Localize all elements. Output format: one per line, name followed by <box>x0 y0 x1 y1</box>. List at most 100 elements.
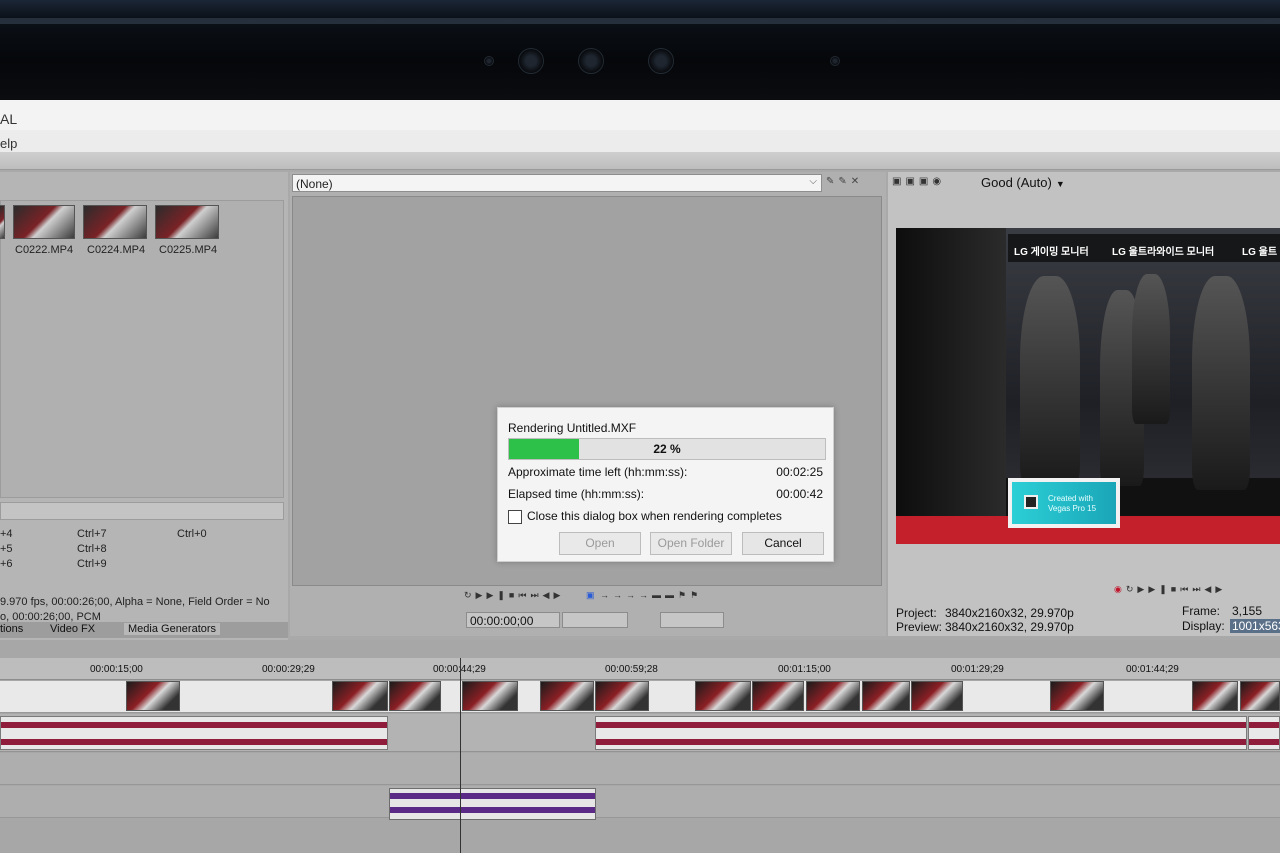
open-button[interactable]: Open <box>559 532 641 555</box>
video-clip[interactable] <box>332 681 388 711</box>
video-clip[interactable] <box>911 681 963 711</box>
empty-track <box>0 753 1280 785</box>
time-left-value: 00:02:25 <box>776 465 823 479</box>
ruler-timecode: 00:00:59;28 <box>605 664 658 675</box>
media-thumbnail[interactable] <box>0 205 5 239</box>
elapsed-label: Elapsed time (hh:mm:ss): <box>508 487 645 501</box>
close-when-complete-checkbox[interactable] <box>508 510 522 524</box>
video-clip[interactable] <box>1240 681 1280 711</box>
audio-clip[interactable] <box>1248 716 1280 750</box>
shortcut-text: Ctrl+8 <box>77 543 107 555</box>
preview-toolbar-icons[interactable]: ▣▣▣◉ <box>892 176 945 187</box>
trimmer-in-point-field[interactable] <box>562 612 628 628</box>
music-track <box>0 786 1280 818</box>
timeline-ruler[interactable]: 00:00:15;00 00:00:29;29 00:00:44;29 00:0… <box>0 658 1280 680</box>
preview-transport-controls[interactable]: ◉↻▶▶❚■⏮⏭◀▶ <box>1114 584 1226 595</box>
sign-text: LG 울트라와이드 모니터 <box>1112 247 1215 258</box>
open-folder-button[interactable]: Open Folder <box>650 532 732 555</box>
monitor-bezel <box>0 0 1280 100</box>
video-clip[interactable] <box>462 681 518 711</box>
render-progress-dialog: Rendering Untitled.MXF 22 % Approximate … <box>497 407 834 562</box>
render-progress-bar: 22 % <box>508 438 826 460</box>
render-progress-label: 22 % <box>653 442 681 456</box>
trimmer-transport-controls[interactable]: ↻▶▶❚■⏮⏭◀▶ <box>464 590 564 601</box>
video-clip[interactable] <box>126 681 180 711</box>
audio-clip[interactable] <box>0 716 388 750</box>
loop-icon[interactable]: ▣ <box>586 590 599 601</box>
media-thumbnail[interactable] <box>13 205 75 239</box>
preview-value: 3840x2160x32, 29.970p <box>945 620 1074 634</box>
trimmer-panel: (None) ⌵ ✎✎✕ ↻▶▶❚■⏮⏭◀▶ ▣ →→→→▬▬⚑⚑ 00:00:… <box>290 172 886 636</box>
cosplayer-figure <box>1192 276 1250 490</box>
music-audio-clip[interactable] <box>389 788 596 820</box>
tab-video-fx[interactable]: Video FX <box>50 623 95 635</box>
close-when-complete-label[interactable]: Close this dialog box when rendering com… <box>527 509 782 523</box>
video-clip[interactable] <box>389 681 441 711</box>
trimmer-edit-controls[interactable]: →→→→▬▬⚑⚑ <box>600 590 702 601</box>
preview-label: Preview: <box>896 620 943 634</box>
toolbar <box>0 152 1280 170</box>
audio-track <box>0 714 1280 752</box>
tab-transitions[interactable]: tions <box>0 623 23 635</box>
window-title: AL <box>0 111 18 127</box>
video-clip[interactable] <box>1192 681 1238 711</box>
timeline-playhead[interactable] <box>460 658 461 853</box>
application-window: AL elp C0222.MP4 C0224.MP4 C0225.MP4 +4 … <box>0 100 1280 853</box>
ruler-timecode: 00:01:44;29 <box>1126 664 1179 675</box>
elapsed-value: 00:00:42 <box>776 487 823 501</box>
shortcut-text: +4 <box>0 528 13 540</box>
media-thumbnail[interactable] <box>83 205 147 239</box>
timeline: 00:00:15;00 00:00:29;29 00:00:44;29 00:0… <box>0 640 1280 853</box>
trimmer-toolbar-icons[interactable]: ✎✎✕ <box>826 176 863 187</box>
video-clip[interactable] <box>1050 681 1104 711</box>
shortcut-text: +6 <box>0 558 13 570</box>
project-label: Project: <box>896 606 937 620</box>
shortcut-text: +5 <box>0 543 13 555</box>
trimmer-select-value: (None) <box>296 177 333 191</box>
watermark-text: Vegas Pro 15 <box>1048 504 1097 513</box>
dialog-title: Rendering Untitled.MXF <box>508 421 637 435</box>
video-clip[interactable] <box>595 681 649 711</box>
cancel-button[interactable]: Cancel <box>742 532 824 555</box>
camera-lens-icon <box>648 48 674 74</box>
cosplayer-figure <box>1020 276 1080 486</box>
chevron-down-icon: ▼ <box>1055 179 1065 189</box>
record-icon[interactable]: ◉ <box>1114 584 1126 594</box>
ruler-timecode: 00:00:29;29 <box>262 664 315 675</box>
video-clip[interactable] <box>806 681 860 711</box>
media-search-field[interactable] <box>0 502 284 520</box>
title-bar: AL <box>0 100 1280 130</box>
cosplayer-figure <box>1132 274 1170 424</box>
sign-text: LG 울트 <box>1242 247 1278 258</box>
frame-value: 3,155 <box>1232 604 1263 618</box>
sensor-icon <box>484 56 494 66</box>
video-clip[interactable] <box>540 681 594 711</box>
audio-clip[interactable] <box>595 716 1247 750</box>
window-docking-tabs: tions Video FX Media Generators <box>0 622 288 638</box>
shortcut-text: Ctrl+9 <box>77 558 107 570</box>
vegas-watermark: Created with Vegas Pro 15 <box>1008 478 1120 528</box>
tab-media-generators[interactable]: Media Generators <box>124 623 221 635</box>
menu-item-help[interactable]: elp <box>0 136 17 151</box>
preview-video-frame: LG 게이밍 모니터 LG 울트라와이드 모니터 LG 울트 Created w… <box>896 228 1280 544</box>
video-clip[interactable] <box>862 681 910 711</box>
time-left-label: Approximate time left (hh:mm:ss): <box>508 465 688 479</box>
display-value: 1001x563 <box>1230 619 1280 633</box>
shortcut-text: Ctrl+7 <box>77 528 107 540</box>
booth-sign: LG 게이밍 모니터 LG 울트라와이드 모니터 LG 울트 <box>1008 234 1280 262</box>
trimmer-media-select[interactable]: (None) ⌵ <box>292 174 822 192</box>
preview-quality-value: Good (Auto) <box>981 175 1052 190</box>
booth-side-wall <box>896 228 1006 516</box>
trimmer-timecode[interactable]: 00:00:00;00 <box>466 612 560 628</box>
trimmer-length-field[interactable] <box>660 612 724 628</box>
project-value: 3840x2160x32, 29.970p <box>945 606 1074 620</box>
media-filename: C0224.MP4 <box>87 244 146 256</box>
shortcut-text: Ctrl+0 <box>177 528 207 540</box>
video-clip[interactable] <box>752 681 804 711</box>
media-filename: C0225.MP4 <box>159 244 218 256</box>
video-clip[interactable] <box>695 681 751 711</box>
media-thumbnail[interactable] <box>155 205 219 239</box>
watermark-text: Created with <box>1048 494 1093 503</box>
preview-quality-dropdown[interactable]: Good (Auto) ▼ <box>981 175 1065 190</box>
sensor-icon <box>830 56 840 66</box>
